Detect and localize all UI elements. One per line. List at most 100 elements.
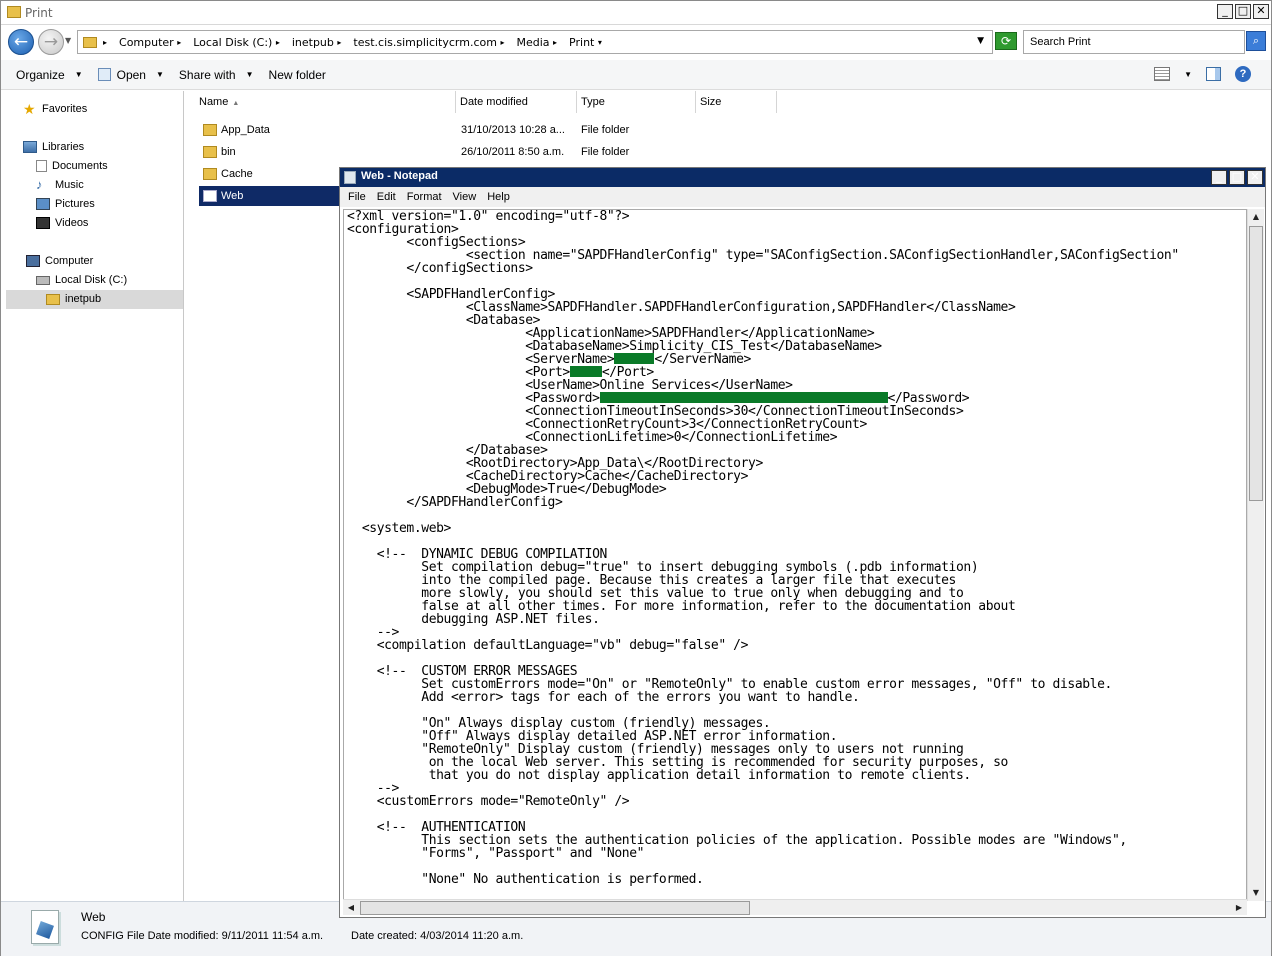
config-file-icon [203, 190, 217, 202]
file-row-bin[interactable]: bin 26/10/2011 8:50 a.m. File folder [199, 142, 639, 162]
forward-button[interactable]: → [38, 29, 64, 55]
file-row-web[interactable]: Web [199, 186, 341, 206]
address-dropdown-icon[interactable]: ▼ [977, 36, 984, 46]
file-row-cache[interactable]: Cache [199, 164, 339, 184]
notepad-titlebar: Web - Notepad _ □ ✕ [340, 168, 1265, 187]
file-row-app-data[interactable]: App_Data 31/10/2013 10:28 a... File fold… [199, 120, 639, 140]
documents-icon [36, 160, 47, 172]
change-view-icon[interactable] [1154, 67, 1171, 81]
folder-icon [83, 36, 97, 48]
breadcrumb-media[interactable]: Media ▸ [516, 36, 563, 49]
nav-favorites[interactable]: ★ Favorites [23, 101, 87, 117]
notepad-icon [344, 171, 356, 184]
column-header-name[interactable]: Name ▲ [185, 91, 456, 113]
horizontal-scrollbar[interactable]: ◀ ▶ [343, 899, 1247, 915]
redacted-port [569, 366, 602, 377]
horizontal-scroll-thumb[interactable] [360, 901, 750, 915]
computer-icon [26, 255, 40, 267]
redacted-server-name [614, 353, 655, 364]
file-content: <?xml version="1.0" encoding="utf-8"?> <c… [347, 209, 1179, 887]
breadcrumb[interactable]: ▸ Computer ▸ Local Disk (C:) ▸ inetpub ▸… [77, 30, 993, 54]
videos-icon [36, 217, 50, 229]
breadcrumb-local-disk[interactable]: Local Disk (C:) ▸ [193, 36, 286, 49]
folder-icon [46, 293, 60, 305]
maximize-button[interactable]: □ [1229, 170, 1245, 185]
detail-date-created: Date created: 4/03/2014 11:20 a.m. [351, 930, 524, 942]
share-with-button[interactable]: Share with ▼ [179, 68, 254, 82]
config-file-icon [31, 910, 59, 944]
search-icon: ⌕ [1252, 34, 1260, 47]
preview-pane-icon[interactable] [1206, 67, 1221, 81]
redacted-password [599, 392, 888, 403]
menu-edit[interactable]: Edit [377, 191, 396, 203]
sort-ascending-icon: ▲ [232, 100, 240, 107]
notepad-window: Web - Notepad _ □ ✕ File Edit Format Vie… [339, 167, 1266, 918]
vertical-scrollbar[interactable]: ▲ ▼ [1247, 209, 1264, 901]
music-icon: ♪ [36, 177, 43, 192]
breadcrumb-site[interactable]: test.cis.simplicitycrm.com ▸ [353, 36, 510, 49]
recent-pages-dropdown-icon[interactable]: ▼ [65, 36, 71, 45]
new-folder-button[interactable]: New folder [269, 68, 326, 82]
back-arrow-icon: ← [13, 32, 29, 52]
forward-arrow-icon: → [43, 32, 59, 52]
window-title: Print [25, 6, 53, 20]
detail-file-name: Web [81, 910, 106, 924]
notepad-window-controls: _ □ ✕ [1211, 170, 1263, 185]
disk-icon [36, 275, 50, 285]
help-icon[interactable]: ? [1235, 66, 1251, 82]
notepad-text-area[interactable]: <?xml version="1.0" encoding="utf-8"?> <c… [343, 209, 1247, 901]
close-button[interactable]: ✕ [1247, 170, 1263, 185]
notepad-menubar: File Edit Format View Help [340, 187, 1265, 207]
close-button[interactable]: ✕ [1253, 4, 1269, 19]
scroll-right-arrow-icon[interactable]: ▶ [1231, 900, 1247, 916]
navigation-pane: ★ Favorites Libraries Documents ♪ Music Pi… [1, 91, 184, 901]
nav-music[interactable]: ♪ Music [36, 177, 84, 192]
organize-button[interactable]: Organize ▼ [16, 68, 83, 82]
open-icon [97, 68, 111, 81]
folder-icon [203, 168, 217, 180]
maximize-button[interactable]: □ [1235, 4, 1251, 19]
scroll-down-arrow-icon[interactable]: ▼ [1248, 885, 1264, 901]
scroll-up-arrow-icon[interactable]: ▲ [1248, 209, 1264, 225]
breadcrumb-separator[interactable]: ▸ [103, 38, 113, 47]
nav-inetpub[interactable]: inetpub [46, 293, 101, 305]
minimize-button[interactable]: _ [1217, 4, 1233, 19]
address-bar: ← → ▼ ▸ Computer ▸ Local Disk (C:) ▸ ine… [1, 26, 1271, 59]
scroll-left-arrow-icon[interactable]: ◀ [343, 900, 359, 916]
menu-file[interactable]: File [348, 191, 366, 203]
open-button[interactable]: Open ▼ [97, 68, 164, 82]
window-controls: _ □ ✕ [1217, 4, 1269, 19]
menu-help[interactable]: Help [487, 191, 510, 203]
detail-file-meta: CONFIG File Date modified: 9/11/2011 11:… [81, 930, 324, 942]
explorer-titlebar: Print _ □ ✕ [1, 1, 1271, 25]
view-options-dropdown-icon[interactable]: ▼ [1184, 70, 1192, 79]
nav-pictures[interactable]: Pictures [36, 198, 95, 210]
column-header-size[interactable]: Size [696, 91, 777, 113]
breadcrumb-print[interactable]: Print ▾ [569, 36, 608, 49]
menu-format[interactable]: Format [407, 191, 442, 203]
column-header-type[interactable]: Type [577, 91, 696, 113]
search-input[interactable]: Search Print [1023, 30, 1245, 54]
star-icon: ★ [23, 101, 36, 117]
menu-view[interactable]: View [453, 191, 477, 203]
search-button[interactable]: ⌕ [1246, 31, 1266, 51]
notepad-title: Web - Notepad [361, 170, 438, 182]
nav-documents[interactable]: Documents [36, 160, 108, 172]
back-button[interactable]: ← [8, 29, 34, 55]
nav-videos[interactable]: Videos [36, 217, 88, 229]
breadcrumb-computer[interactable]: Computer ▸ [119, 36, 187, 49]
refresh-button[interactable]: ⟳ [995, 32, 1017, 50]
folder-icon [203, 124, 217, 136]
minimize-button[interactable]: _ [1211, 170, 1227, 185]
nav-computer[interactable]: Computer [26, 255, 93, 267]
libraries-icon [23, 141, 37, 153]
folder-icon [203, 146, 217, 158]
pictures-icon [36, 198, 50, 210]
folder-icon [7, 6, 21, 18]
breadcrumb-inetpub[interactable]: inetpub ▸ [292, 36, 348, 49]
column-header-date-modified[interactable]: Date modified [456, 91, 577, 113]
vertical-scroll-thumb[interactable] [1249, 226, 1263, 501]
command-bar: Organize ▼ Open ▼ Share with ▼ New folder ▼… [1, 60, 1271, 90]
nav-libraries[interactable]: Libraries [23, 141, 84, 153]
nav-local-disk[interactable]: Local Disk (C:) [36, 274, 127, 286]
